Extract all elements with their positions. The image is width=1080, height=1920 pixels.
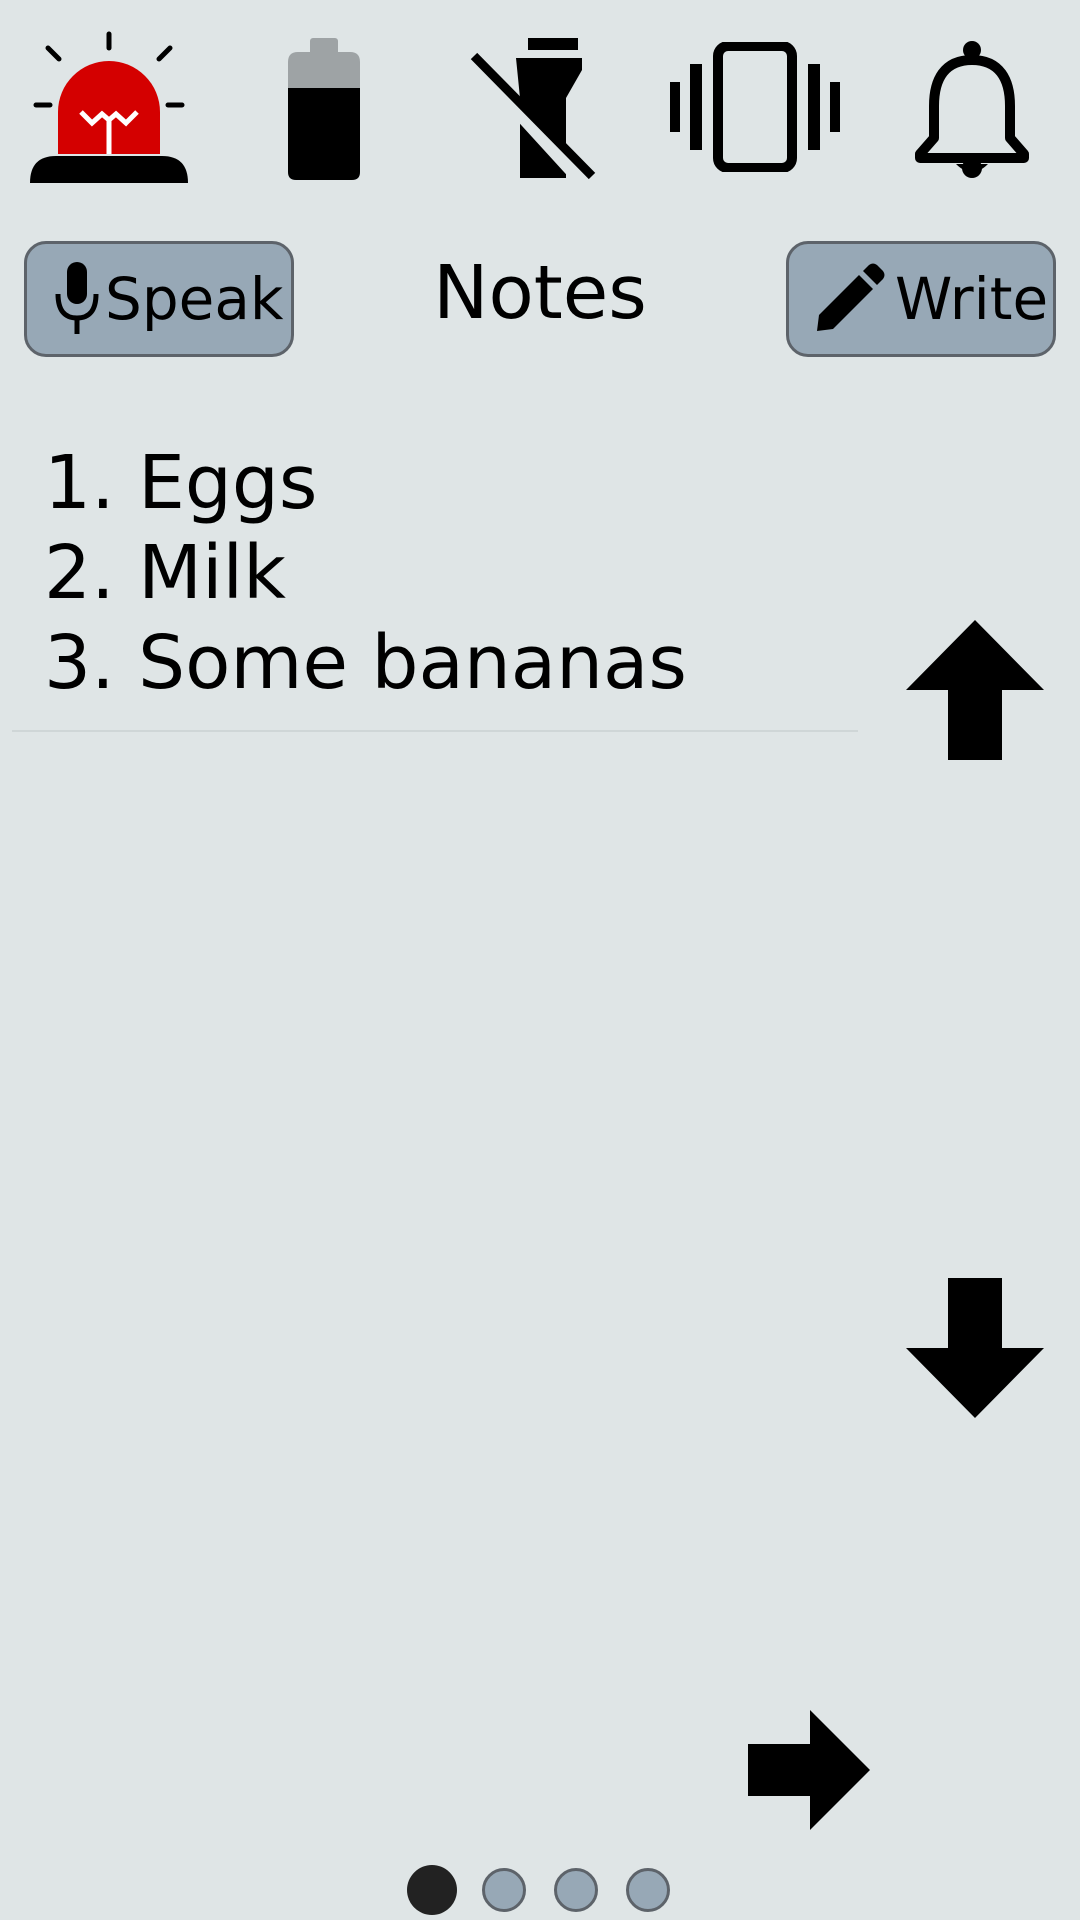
note-item[interactable]: 2. Milk: [44, 528, 844, 618]
page-dot-active[interactable]: [407, 1865, 457, 1915]
list-divider: [12, 730, 858, 732]
page-dot[interactable]: [626, 1868, 670, 1912]
arrow-up-icon[interactable]: [906, 620, 1044, 760]
page-dot[interactable]: [482, 1868, 526, 1912]
arrow-right-icon[interactable]: [748, 1710, 870, 1830]
page-title: Notes: [433, 250, 647, 336]
pencil-icon: [817, 263, 885, 331]
speak-button-label: Speak: [105, 265, 284, 333]
vibrate-icon[interactable]: [670, 42, 840, 172]
note-item[interactable]: 1. Eggs: [44, 438, 844, 528]
notes-list: 1. Eggs 2. Milk 3. Some bananas: [44, 438, 844, 708]
arrow-down-icon[interactable]: [906, 1278, 1044, 1418]
emergency-siren-icon[interactable]: [28, 30, 190, 186]
write-button[interactable]: Write: [786, 241, 1056, 357]
speak-button[interactable]: Speak: [24, 241, 294, 357]
bell-icon[interactable]: [914, 40, 1030, 180]
note-item[interactable]: 3. Some bananas: [44, 618, 844, 708]
flashlight-off-icon[interactable]: [468, 36, 598, 180]
battery-icon[interactable]: [288, 38, 360, 180]
page-dot[interactable]: [554, 1868, 598, 1912]
microphone-icon: [55, 262, 99, 334]
write-button-label: Write: [895, 265, 1049, 333]
